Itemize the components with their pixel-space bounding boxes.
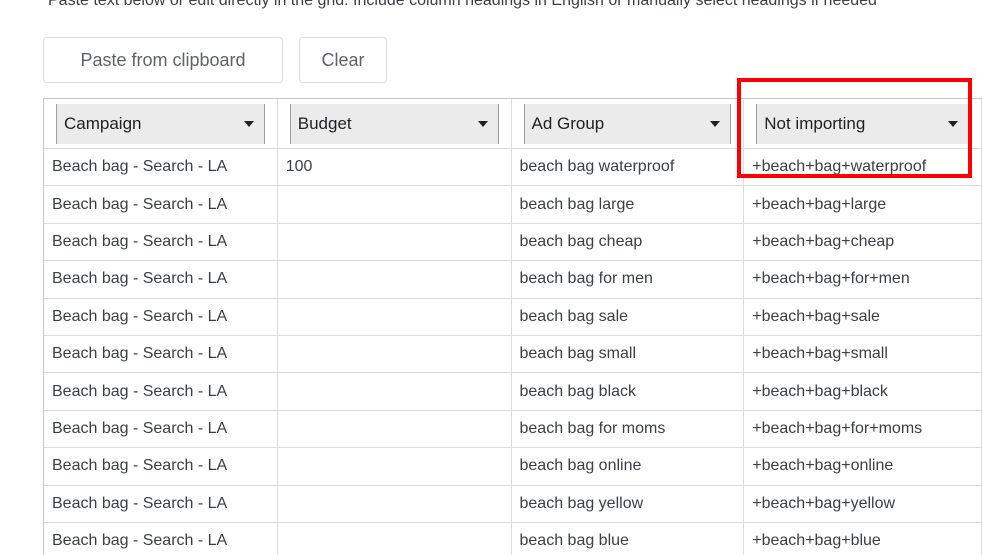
campaign-cell[interactable]: Beach bag - Search - LA — [44, 149, 278, 187]
budget-cell[interactable] — [277, 410, 512, 449]
instructions-text: Paste text below or edit directly in the… — [48, 0, 877, 9]
ad-group-cell[interactable]: beach bag waterproof — [511, 149, 745, 187]
keyword-cell[interactable]: +beach+bag+small — [744, 335, 982, 374]
toolbar: Paste from clipboard Clear — [43, 37, 387, 83]
column-heading-select[interactable]: Budget — [289, 103, 499, 144]
table-row: Beach bag - Search - LA beach bag for mo… — [44, 410, 982, 449]
table-row: Beach bag - Search - LA beach bag small … — [44, 335, 982, 374]
paste-from-clipboard-button[interactable]: Paste from clipboard — [43, 37, 283, 83]
table-row: Beach bag - Search - LA beach bag for me… — [44, 261, 982, 299]
ad-group-cell[interactable]: beach bag black — [511, 373, 745, 411]
ad-group-cell[interactable]: beach bag for men — [511, 261, 745, 299]
keyword-cell[interactable]: +beach+bag+for+men — [744, 261, 982, 299]
ad-group-cell[interactable]: beach bag sale — [511, 298, 745, 336]
column-heading-select[interactable]: Ad Group — [523, 103, 732, 144]
column-heading-label: Not importing — [764, 113, 866, 133]
keyword-cell[interactable]: +beach+bag+waterproof — [744, 149, 982, 187]
column-heading-label: Campaign — [64, 113, 142, 133]
ad-group-cell[interactable]: beach bag online — [511, 448, 745, 486]
clear-button[interactable]: Clear — [299, 37, 387, 83]
table-row: Beach bag - Search - LA beach bag black … — [44, 373, 982, 411]
keyword-cell[interactable]: +beach+bag+online — [744, 448, 982, 486]
ad-group-cell[interactable]: beach bag for moms — [511, 410, 745, 449]
column-heading-label: Budget — [297, 113, 352, 133]
ad-group-cell[interactable]: beach bag small — [511, 335, 745, 374]
table-row: Beach bag - Search - LA beach bag cheap … — [44, 223, 982, 262]
keyword-cell[interactable]: +beach+bag+yellow — [744, 485, 982, 523]
header-row: Campaign Budget Ad Group Not importing — [44, 99, 982, 149]
table-row: Beach bag - Search - LA beach bag blue +… — [44, 522, 982, 555]
keyword-cell[interactable]: +beach+bag+for+moms — [744, 410, 982, 449]
budget-cell[interactable] — [277, 335, 512, 374]
budget-cell[interactable] — [277, 223, 512, 262]
budget-cell[interactable] — [277, 373, 512, 411]
column-header-campaign: Campaign — [44, 99, 278, 149]
campaign-cell[interactable]: Beach bag - Search - LA — [44, 261, 278, 299]
table-row: Beach bag - Search - LA beach bag online… — [44, 448, 982, 486]
dropdown-arrow-icon — [243, 120, 254, 127]
keyword-cell[interactable]: +beach+bag+blue — [744, 522, 982, 555]
budget-cell[interactable] — [278, 522, 512, 555]
dropdown-arrow-icon — [477, 120, 488, 127]
column-heading-label: Ad Group — [531, 113, 605, 133]
campaign-cell[interactable]: Beach bag - Search - LA — [44, 335, 278, 374]
campaign-cell[interactable]: Beach bag - Search - LA — [44, 186, 278, 224]
dropdown-arrow-icon — [948, 120, 958, 127]
budget-cell[interactable] — [277, 186, 512, 224]
campaign-cell[interactable]: Beach bag - Search - LA — [44, 448, 278, 486]
budget-cell[interactable] — [277, 261, 512, 299]
table-row: Beach bag - Search - LA 100 beach bag wa… — [44, 149, 982, 187]
table-row: Beach bag - Search - LA beach bag yellow… — [44, 485, 982, 523]
keyword-cell[interactable]: +beach+bag+cheap — [744, 223, 982, 262]
ad-group-cell[interactable]: beach bag yellow — [511, 485, 745, 523]
table-row: Beach bag - Search - LA beach bag large … — [44, 186, 982, 224]
campaign-cell[interactable]: Beach bag - Search - LA — [44, 298, 278, 336]
dropdown-arrow-icon — [710, 120, 721, 127]
ad-group-cell[interactable]: beach bag blue — [512, 522, 745, 555]
column-heading-select[interactable]: Not importing — [756, 103, 969, 144]
table-row: Beach bag - Search - LA beach bag sale +… — [44, 298, 982, 336]
campaign-cell[interactable]: Beach bag - Search - LA — [44, 373, 278, 411]
budget-cell[interactable] — [277, 485, 512, 523]
keyword-cell[interactable]: +beach+bag+sale — [744, 298, 982, 336]
ad-group-cell[interactable]: beach bag cheap — [511, 223, 745, 262]
ad-group-cell[interactable]: beach bag large — [511, 186, 745, 224]
campaign-cell[interactable]: Beach bag - Search - LA — [44, 522, 278, 555]
column-header-budget: Budget — [277, 99, 512, 149]
column-header-ad-group: Ad Group — [511, 99, 745, 149]
budget-cell[interactable] — [277, 448, 512, 486]
budget-cell[interactable] — [277, 298, 512, 336]
campaign-cell[interactable]: Beach bag - Search - LA — [44, 410, 278, 449]
keyword-cell[interactable]: +beach+bag+black — [744, 373, 982, 411]
keyword-cell[interactable]: +beach+bag+large — [744, 186, 982, 224]
campaign-cell[interactable]: Beach bag - Search - LA — [44, 223, 278, 262]
data-grid: Campaign Budget Ad Group Not importing B… — [43, 98, 982, 555]
column-header-not-importing: Not importing — [744, 99, 982, 149]
budget-cell[interactable]: 100 — [277, 149, 512, 187]
campaign-cell[interactable]: Beach bag - Search - LA — [44, 485, 278, 523]
column-heading-select[interactable]: Campaign — [56, 103, 265, 144]
